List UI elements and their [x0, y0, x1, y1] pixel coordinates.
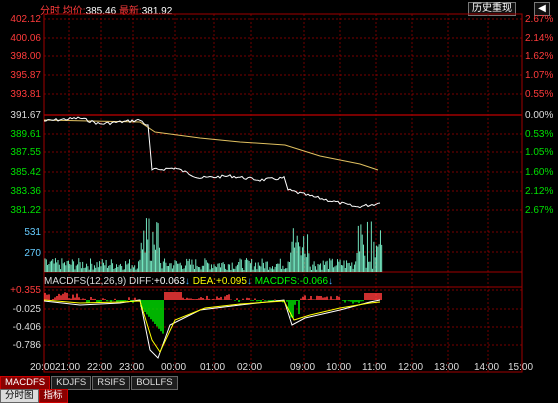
dea-value: +0.095: [216, 276, 247, 287]
macd-legend: MACDFS(12,26,9) DIFF:+0.063↓ DEA:+0.095↓…: [44, 276, 333, 287]
time-tick-label: 22:00: [87, 362, 112, 373]
time-tick-label: 00:00: [161, 362, 186, 373]
macd-dea-line: [43, 299, 381, 354]
time-tick-label: 15:00: [508, 362, 533, 373]
time-tick-label: 20:00: [30, 362, 55, 373]
time-tick-label: 23:00: [119, 362, 144, 373]
time-tick-label: 10:00: [326, 362, 351, 373]
time-tick-label: 21:00: [55, 362, 80, 373]
tab-rsifs[interactable]: RSIFS: [92, 376, 131, 390]
macd-params: MACDFS(12,26,9): [44, 276, 127, 287]
diff-arrow-icon: ↓: [184, 276, 190, 287]
dea-arrow-icon: ↓: [246, 276, 252, 287]
percent-tick-label: 2.67%: [525, 14, 553, 25]
price-line: [44, 116, 381, 209]
chart-window: 分时 均价:385.46 最新:381.92 历史重现 ◀ 402.12 2.67…: [0, 0, 558, 403]
macd-value: -0.066: [299, 276, 329, 287]
macd-tick-label: -0.406: [13, 322, 42, 333]
tab-macdfs[interactable]: MACDFS: [0, 376, 51, 390]
time-tick-label: 11:00: [362, 362, 387, 373]
average-price-line: [43, 119, 379, 171]
price-tick-label: 389.61: [10, 129, 41, 140]
dea-label: DEA:: [192, 276, 217, 287]
percent-tick-label: 1.05%: [525, 147, 553, 158]
tab-bollfs[interactable]: BOLLFS: [131, 376, 178, 390]
tab-kdjfs[interactable]: KDJFS: [51, 376, 92, 390]
price-tick-label: 387.55: [10, 147, 41, 158]
macd-tick-label: -0.786: [13, 340, 42, 351]
percent-tick-label: 1.60%: [525, 167, 553, 178]
time-tick-label: 13:00: [434, 362, 459, 373]
macd-arrow-icon: ↓: [328, 276, 334, 287]
price-tick-label: 381.22: [10, 205, 41, 216]
price-tick-label: 391.67: [10, 110, 41, 121]
view-tab-bar: 分时图 指标: [0, 389, 68, 403]
time-tick-label: 01:00: [200, 362, 225, 373]
chart-frame: [43, 13, 523, 373]
price-tick-label: 393.81: [10, 89, 41, 100]
percent-tick-label: 1.07%: [525, 70, 553, 81]
price-tick-label: 383.36: [10, 186, 41, 197]
tab-indicator[interactable]: 指标: [38, 389, 68, 403]
indicator-tab-bar: MACDFS KDJFS RSIFS BOLLFS: [0, 376, 179, 390]
tab-time-chart[interactable]: 分时图: [0, 389, 39, 403]
percent-tick-label: 0.55%: [525, 89, 553, 100]
price-tick-label: 402.12: [10, 14, 41, 25]
price-tick-label: 395.87: [10, 70, 41, 81]
time-tick-label: 14:00: [474, 362, 499, 373]
macd-label: MACDFS:: [254, 276, 300, 287]
macd-tick-label: -0.025: [13, 304, 42, 315]
percent-tick-label: 0.00%: [525, 110, 553, 121]
macd-tick-label: +0.355: [10, 285, 41, 296]
price-tick-label: 385.42: [10, 167, 41, 178]
price-tick-label: 398.00: [10, 51, 41, 62]
volume-tick-label: 531: [24, 227, 41, 238]
percent-tick-label: 0.53%: [525, 129, 553, 140]
diff-label: DIFF:: [129, 276, 155, 287]
diff-value: +0.063: [154, 276, 185, 287]
percent-tick-label: 2.12%: [525, 186, 553, 197]
time-tick-label: 09:00: [290, 362, 315, 373]
percent-tick-label: 2.67%: [525, 205, 553, 216]
percent-tick-label: 1.62%: [525, 51, 553, 62]
chart-canvas: 402.12 2.67% 400.06 2.14% 398.00 1.62% 395.87 1…: [10, 13, 553, 373]
time-tick-label: 12:00: [398, 362, 423, 373]
price-tick-label: 400.06: [10, 33, 41, 44]
percent-tick-label: 2.14%: [525, 33, 553, 44]
time-tick-label: 02:00: [237, 362, 262, 373]
volume-tick-label: 270: [24, 248, 41, 259]
